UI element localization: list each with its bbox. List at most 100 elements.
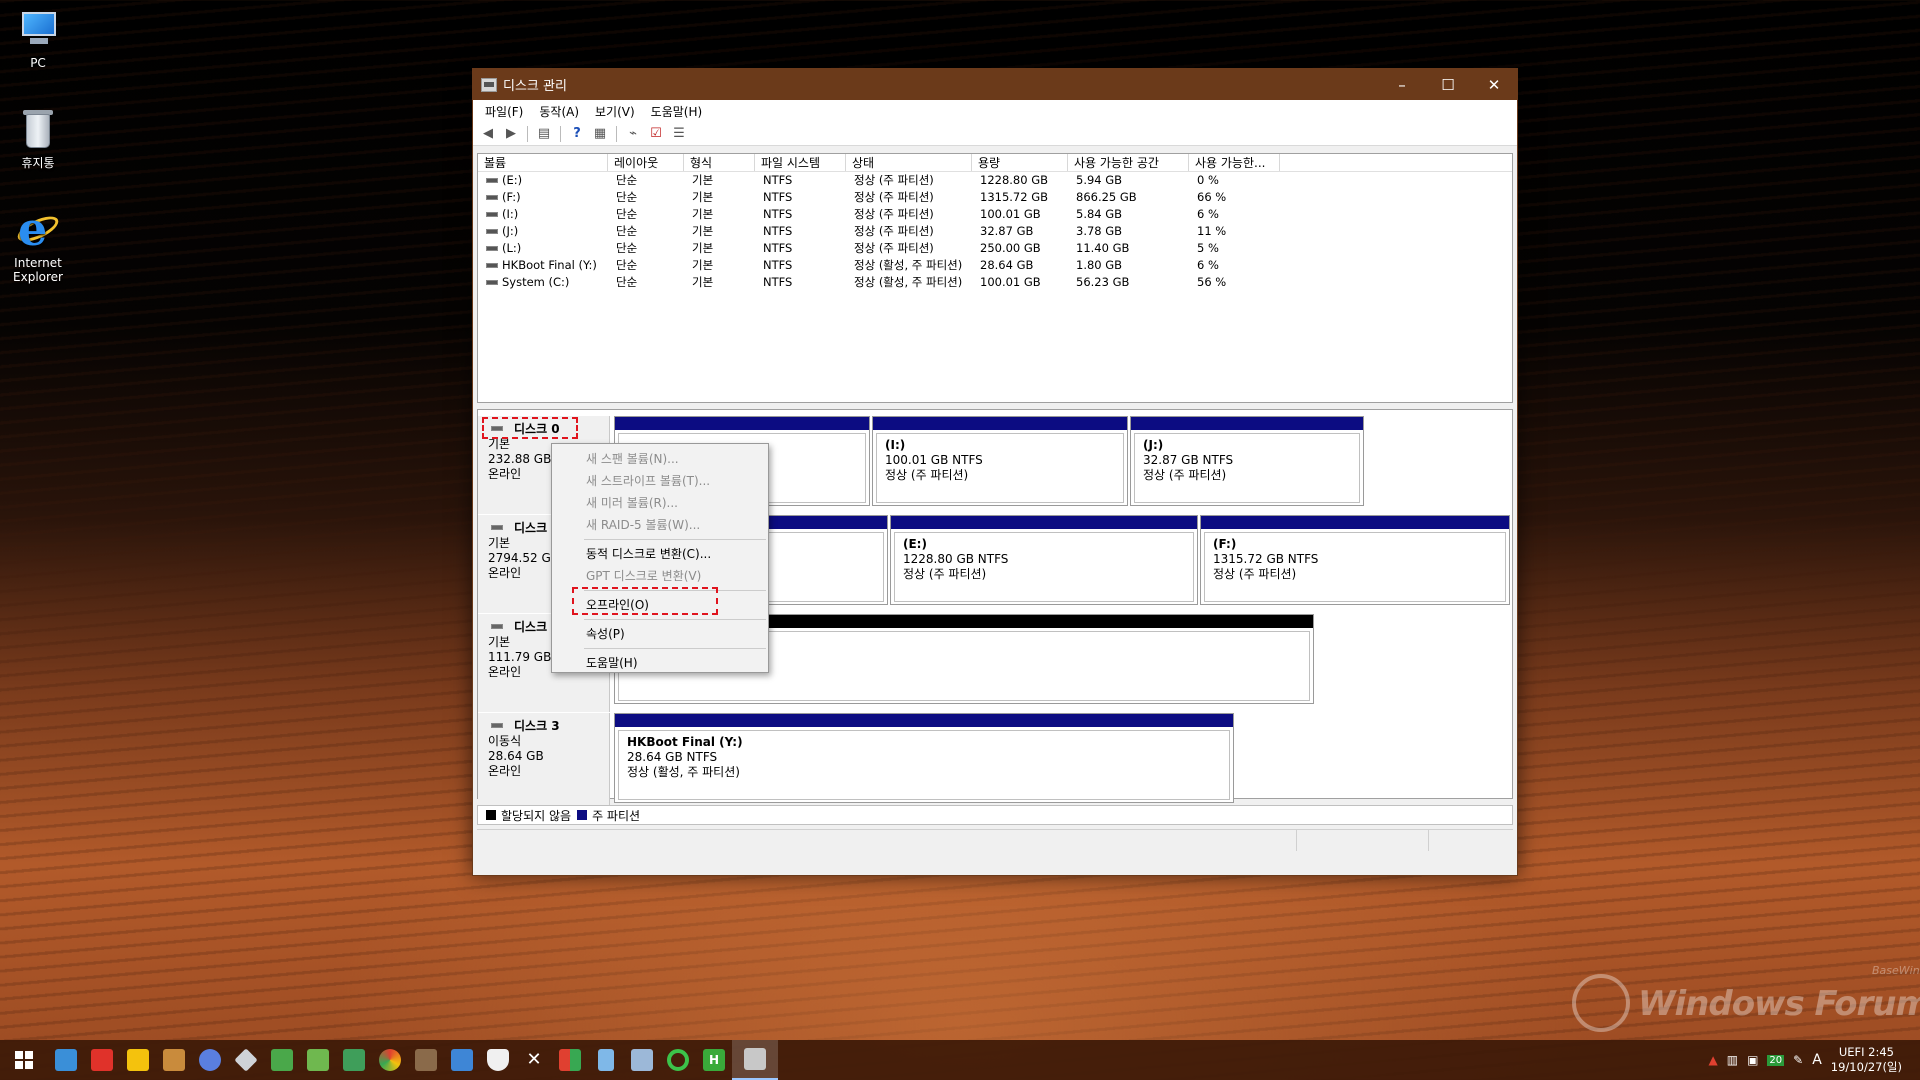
check-icon[interactable]: ☑: [647, 125, 665, 143]
taskbar-app-settings[interactable]: [624, 1040, 660, 1080]
column-header-capacity[interactable]: 용량: [972, 154, 1068, 171]
cell-layout: 단순: [616, 258, 638, 272]
column-header-layout[interactable]: 레이아웃: [608, 154, 684, 171]
cell-free-percent: 6 %: [1197, 207, 1219, 221]
table-row[interactable]: (J:) 단순 기본 NTFS 정상 (주 파티션) 32.87 GB 3.78…: [478, 223, 1512, 240]
menu-help[interactable]: 도움말(H): [643, 103, 711, 120]
menu-item-new-mirrored-volume[interactable]: 새 미러 볼륨(R)...: [552, 492, 768, 514]
taskbar-app-windows[interactable]: [552, 1040, 588, 1080]
column-header-volume[interactable]: 볼륨: [478, 154, 608, 171]
table-row[interactable]: System (C:) 단순 기본 NTFS 정상 (활성, 주 파티션) 10…: [478, 274, 1512, 291]
taskbar-app-red-arrow[interactable]: [84, 1040, 120, 1080]
minimize-button[interactable]: –: [1379, 69, 1425, 100]
volume-icon: [486, 178, 498, 183]
taskbar-app-drive-2[interactable]: [300, 1040, 336, 1080]
start-button[interactable]: [0, 1040, 48, 1080]
cell-volume: (I:): [502, 207, 519, 221]
menu-item-new-raid5-volume[interactable]: 새 RAID-5 볼륨(W)...: [552, 514, 768, 536]
back-arrow-icon[interactable]: ◀: [479, 125, 497, 143]
table-row[interactable]: (L:) 단순 기본 NTFS 정상 (주 파티션) 250.00 GB 11.…: [478, 240, 1512, 257]
taskbar-app-computer[interactable]: [48, 1040, 84, 1080]
list-icon[interactable]: ☰: [670, 125, 688, 143]
partition-block[interactable]: HKBoot Final (Y:) 28.64 GB NTFS 정상 (활성, 주 …: [614, 713, 1234, 803]
partition-name: (J:): [1143, 438, 1164, 452]
partition-status: 정상 (주 파티션): [885, 468, 969, 482]
volume-list-header: 볼륨 레이아웃 형식 파일 시스템 상태 용량 사용 가능한 공간 사용 가능한…: [478, 154, 1512, 172]
display-icon[interactable]: ▣: [1747, 1053, 1758, 1067]
clock[interactable]: UEFI 2:45 19/10/27(일): [1831, 1045, 1902, 1075]
taskbar-app-chrome[interactable]: [372, 1040, 408, 1080]
player-icon: [127, 1049, 149, 1071]
table-row[interactable]: HKBoot Final (Y:) 단순 기본 NTFS 정상 (활성, 주 파…: [478, 257, 1512, 274]
taskbar-app-disk-management[interactable]: [732, 1040, 778, 1080]
close-button[interactable]: ✕: [1471, 69, 1517, 100]
taskbar-app-player[interactable]: [120, 1040, 156, 1080]
pen-icon[interactable]: ✎: [1793, 1053, 1803, 1067]
column-header-free-space[interactable]: 사용 가능한 공간: [1068, 154, 1189, 171]
menu-item-convert-dynamic[interactable]: 동적 디스크로 변환(C)...: [552, 543, 768, 565]
taskbar-app-monitor[interactable]: [444, 1040, 480, 1080]
cell-capacity: 1228.80 GB: [980, 173, 1049, 187]
taskbar-app-drive-1[interactable]: [264, 1040, 300, 1080]
cell-status: 정상 (주 파티션): [854, 241, 934, 255]
disk-icon: [491, 624, 503, 629]
taskbar-app-shield[interactable]: [480, 1040, 516, 1080]
column-header-free-percent[interactable]: 사용 가능한...: [1189, 154, 1280, 171]
taskbar-app-browser[interactable]: [192, 1040, 228, 1080]
desktop-icon-internet-explorer[interactable]: e Internet Explorer: [8, 206, 68, 284]
taskbar-app-h[interactable]: H: [696, 1040, 732, 1080]
forward-arrow-icon[interactable]: ▶: [502, 125, 520, 143]
menu-item-help[interactable]: 도움말(H): [552, 652, 768, 674]
cell-capacity: 28.64 GB: [980, 258, 1034, 272]
help-icon[interactable]: ?: [568, 125, 586, 143]
cell-free-space: 866.25 GB: [1076, 190, 1137, 204]
taskbar-app-refresh[interactable]: [660, 1040, 696, 1080]
volume-icon: [486, 280, 498, 285]
menu-item-properties[interactable]: 속성(P): [552, 623, 768, 645]
network-icon[interactable]: ▥: [1727, 1053, 1738, 1067]
column-header-filesystem[interactable]: 파일 시스템: [755, 154, 846, 171]
cell-free-space: 5.94 GB: [1076, 173, 1123, 187]
maximize-button[interactable]: ☐: [1425, 69, 1471, 100]
input-language[interactable]: A: [1812, 1052, 1822, 1068]
partition-block[interactable]: (I:) 100.01 GB NTFS 정상 (주 파티션): [872, 416, 1128, 506]
cell-volume: System (C:): [502, 275, 570, 289]
menu-item-convert-gpt[interactable]: GPT 디스크로 변환(V): [552, 565, 768, 587]
title-bar[interactable]: 디스크 관리 – ☐ ✕: [473, 69, 1517, 100]
properties-icon[interactable]: ▦: [591, 125, 609, 143]
partition-status: 정상 (활성, 주 파티션): [627, 765, 740, 779]
taskbar-app-tool[interactable]: [228, 1040, 264, 1080]
desktop-icon-recycle-bin[interactable]: 휴지통: [8, 108, 68, 170]
watermark-subtext: BaseWindows Community: [1872, 964, 1920, 977]
table-row[interactable]: (E:) 단순 기본 NTFS 정상 (주 파티션) 1228.80 GB 5.…: [478, 172, 1512, 189]
partition-block[interactable]: (J:) 32.87 GB NTFS 정상 (주 파티션): [1130, 416, 1364, 506]
column-header-type[interactable]: 형식: [684, 154, 755, 171]
table-row[interactable]: (F:) 단순 기본 NTFS 정상 (주 파티션) 1315.72 GB 86…: [478, 189, 1512, 206]
partition-size: 1228.80 GB NTFS: [903, 552, 1009, 566]
menu-action[interactable]: 동작(A): [531, 103, 587, 120]
taskbar-app-image[interactable]: [408, 1040, 444, 1080]
console-tree-icon[interactable]: ▤: [535, 125, 553, 143]
menu-item-new-striped-volume[interactable]: 새 스트라이프 볼륨(T)...: [552, 470, 768, 492]
menu-file[interactable]: 파일(F): [477, 103, 531, 120]
partition-size: 1315.72 GB NTFS: [1213, 552, 1319, 566]
desktop-icon-pc[interactable]: PC: [8, 8, 68, 70]
connect-icon[interactable]: ⌁: [624, 125, 642, 143]
tray-badge[interactable]: 20: [1767, 1054, 1785, 1066]
cell-capacity: 100.01 GB: [980, 275, 1041, 289]
disk-label[interactable]: 디스크 3 이동식 28.64 GB 온라인: [478, 713, 610, 811]
table-row[interactable]: (I:) 단순 기본 NTFS 정상 (주 파티션) 100.01 GB 5.8…: [478, 206, 1512, 223]
cell-status: 정상 (활성, 주 파티션): [854, 275, 963, 289]
taskbar-app-drive-3[interactable]: [336, 1040, 372, 1080]
menu-item-new-spanned-volume[interactable]: 새 스팬 볼륨(N)...: [552, 448, 768, 470]
partition-block[interactable]: (F:) 1315.72 GB NTFS 정상 (주 파티션): [1200, 515, 1510, 605]
column-header-status[interactable]: 상태: [846, 154, 972, 171]
drive-icon: [343, 1049, 365, 1071]
taskbar-app-archive[interactable]: [156, 1040, 192, 1080]
taskbar-app-file[interactable]: [588, 1040, 624, 1080]
partition-status: 정상 (주 파티션): [903, 567, 987, 581]
menu-view[interactable]: 보기(V): [587, 103, 643, 120]
partition-block[interactable]: (E:) 1228.80 GB NTFS 정상 (주 파티션): [890, 515, 1198, 605]
chevron-up-icon[interactable]: ▲: [1709, 1053, 1718, 1067]
taskbar-app-tools[interactable]: ✕: [516, 1040, 552, 1080]
